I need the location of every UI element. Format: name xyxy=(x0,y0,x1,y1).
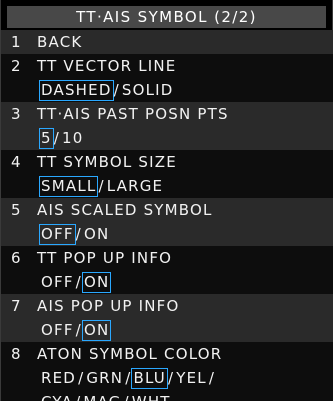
item-number: 8 xyxy=(11,345,22,363)
options-row-aton-color-2: CYA/MAG/WHT xyxy=(1,390,333,401)
menu-item-ais-pop-up-info[interactable]: 7 AIS POP UP INFO xyxy=(1,294,333,318)
option-on[interactable]: ON xyxy=(82,224,111,245)
option-10[interactable]: 10 xyxy=(60,128,86,149)
item-label: TT POP UP INFO xyxy=(37,249,173,267)
item-number: 2 xyxy=(11,57,22,75)
option-on[interactable]: ON xyxy=(81,272,112,293)
item-number: 3 xyxy=(11,105,22,123)
option-5[interactable]: 5 xyxy=(39,128,54,149)
item-label: AIS SCALED SYMBOL xyxy=(37,201,213,219)
option-off[interactable]: OFF xyxy=(39,320,76,341)
option-blu[interactable]: BLU xyxy=(131,368,168,389)
menu-item-tt-vector-line[interactable]: 2 TT VECTOR LINE xyxy=(1,54,333,78)
item-number: 6 xyxy=(11,249,22,267)
item-number: 5 xyxy=(11,201,22,219)
item-number: 4 xyxy=(11,153,22,171)
item-label: TT VECTOR LINE xyxy=(37,57,177,75)
item-label: ATON SYMBOL COLOR xyxy=(37,345,223,363)
item-label: TT·AIS PAST POSN PTS xyxy=(37,105,229,123)
options-row-aton-color-1: RED / GRN / BLU / YEL / xyxy=(1,366,333,390)
item-label: AIS POP UP INFO xyxy=(37,297,180,315)
options-row-ais-scaled-symbol: OFF / ON xyxy=(1,222,333,246)
menu-item-tt-symbol-size[interactable]: 4 TT SYMBOL SIZE xyxy=(1,150,333,174)
option-solid[interactable]: SOLID xyxy=(120,80,176,101)
menu-item-ais-scaled-symbol[interactable]: 5 AIS SCALED SYMBOL xyxy=(1,198,333,222)
option-large[interactable]: LARGE xyxy=(105,176,166,197)
option-dashed[interactable]: DASHED xyxy=(39,80,114,101)
option-yel[interactable]: YEL xyxy=(174,368,209,389)
option-wht[interactable]: WHT xyxy=(130,392,173,401)
option-separator: / xyxy=(208,369,216,387)
menu-item-back[interactable]: 1 BACK xyxy=(1,30,333,54)
option-small[interactable]: SMALL xyxy=(39,176,99,197)
menu-item-tt-pop-up-info[interactable]: 6 TT POP UP INFO xyxy=(1,246,333,270)
item-number: 1 xyxy=(11,33,22,51)
option-mag[interactable]: MAG xyxy=(81,392,123,401)
option-off[interactable]: OFF xyxy=(39,224,76,245)
option-off[interactable]: OFF xyxy=(39,272,76,293)
option-grn[interactable]: GRN xyxy=(84,368,125,389)
options-row-tt-vector-line: DASHED / SOLID xyxy=(1,78,333,102)
tt-ais-symbol-menu: TT·AIS SYMBOL (2/2) 1 BACK 2 TT VECTOR L… xyxy=(0,0,333,401)
option-red[interactable]: RED xyxy=(39,368,78,389)
menu-item-past-posn-pts[interactable]: 3 TT·AIS PAST POSN PTS xyxy=(1,102,333,126)
options-row-tt-symbol-size: SMALL / LARGE xyxy=(1,174,333,198)
options-row-tt-pop-up-info: OFF / ON xyxy=(1,270,333,294)
option-on[interactable]: ON xyxy=(81,320,112,341)
menu-item-aton-symbol-color[interactable]: 8 ATON SYMBOL COLOR xyxy=(1,342,333,366)
option-cya[interactable]: CYA xyxy=(39,392,75,401)
options-row-past-posn-pts: 5/10 xyxy=(1,126,333,150)
item-label: BACK xyxy=(37,33,83,51)
menu-title: TT·AIS SYMBOL (2/2) xyxy=(7,6,326,28)
item-label: TT SYMBOL SIZE xyxy=(37,153,177,171)
options-row-ais-pop-up-info: OFF / ON xyxy=(1,318,333,342)
item-number: 7 xyxy=(11,297,22,315)
